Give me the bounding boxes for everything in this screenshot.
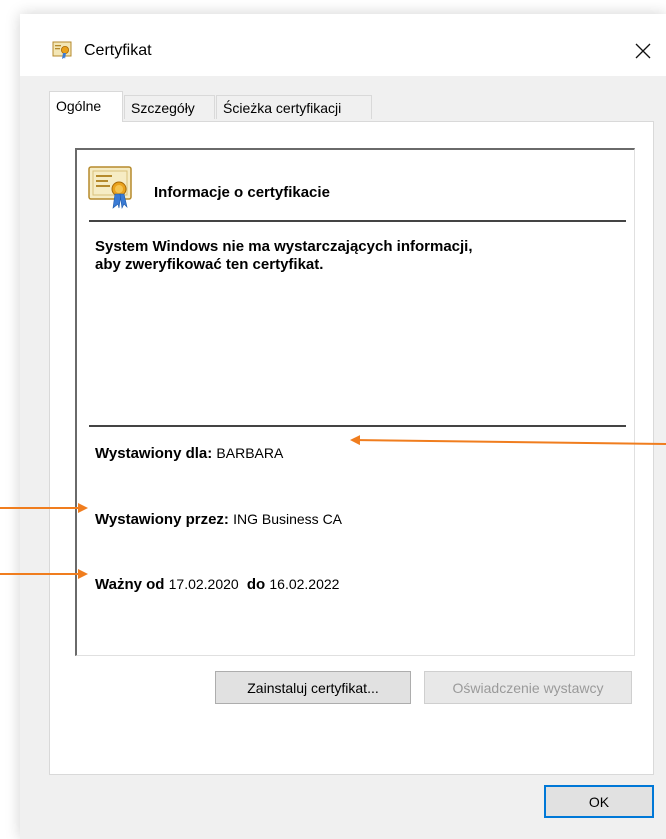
issued-to-value: BARBARA bbox=[216, 445, 284, 461]
tab-certification-path[interactable]: Ścieżka certyfikacji bbox=[216, 95, 372, 119]
validity-row: Ważny od 17.02.2020 do 16.02.2022 bbox=[95, 576, 339, 593]
certificate-info-box: Informacje o certyfikacie System Windows… bbox=[75, 148, 635, 656]
close-icon bbox=[635, 43, 651, 59]
certificate-info-icon bbox=[88, 166, 132, 209]
window-title: Certyfikat bbox=[84, 42, 152, 59]
valid-to-value: 16.02.2022 bbox=[269, 576, 340, 592]
issuer-statement-button[interactable]: Oświadczenie wystawcy bbox=[424, 671, 632, 704]
valid-from-value: 17.02.2020 bbox=[168, 576, 239, 592]
certificate-dialog: Certyfikat Ogólne Szczegóły Ścieżka cert… bbox=[20, 14, 666, 839]
issued-by-value: ING Business CA bbox=[233, 511, 343, 527]
title-bar: Certyfikat bbox=[20, 14, 666, 76]
issued-by-row: Wystawiony przez: ING Business CA bbox=[95, 511, 342, 528]
info-heading: Informacje o certyfikacie bbox=[154, 184, 330, 201]
divider-top bbox=[89, 220, 626, 222]
tab-general[interactable]: Ogólne bbox=[49, 91, 123, 122]
valid-from-label: Ważny od bbox=[95, 576, 165, 593]
ok-button[interactable]: OK bbox=[544, 785, 654, 818]
divider-bottom bbox=[89, 425, 626, 427]
certificate-icon bbox=[52, 41, 72, 59]
valid-to-label: do bbox=[246, 576, 266, 593]
verification-warning: System Windows nie ma wystarczających in… bbox=[95, 238, 473, 273]
close-button[interactable] bbox=[620, 32, 666, 70]
issued-to-row: Wystawiony dla: BARBARA bbox=[95, 445, 283, 462]
issued-to-label: Wystawiony dla: bbox=[95, 445, 213, 462]
issued-by-label: Wystawiony przez: bbox=[95, 511, 229, 528]
tab-details[interactable]: Szczegóły bbox=[124, 95, 215, 119]
install-certificate-button[interactable]: Zainstaluj certyfikat... bbox=[215, 671, 411, 704]
